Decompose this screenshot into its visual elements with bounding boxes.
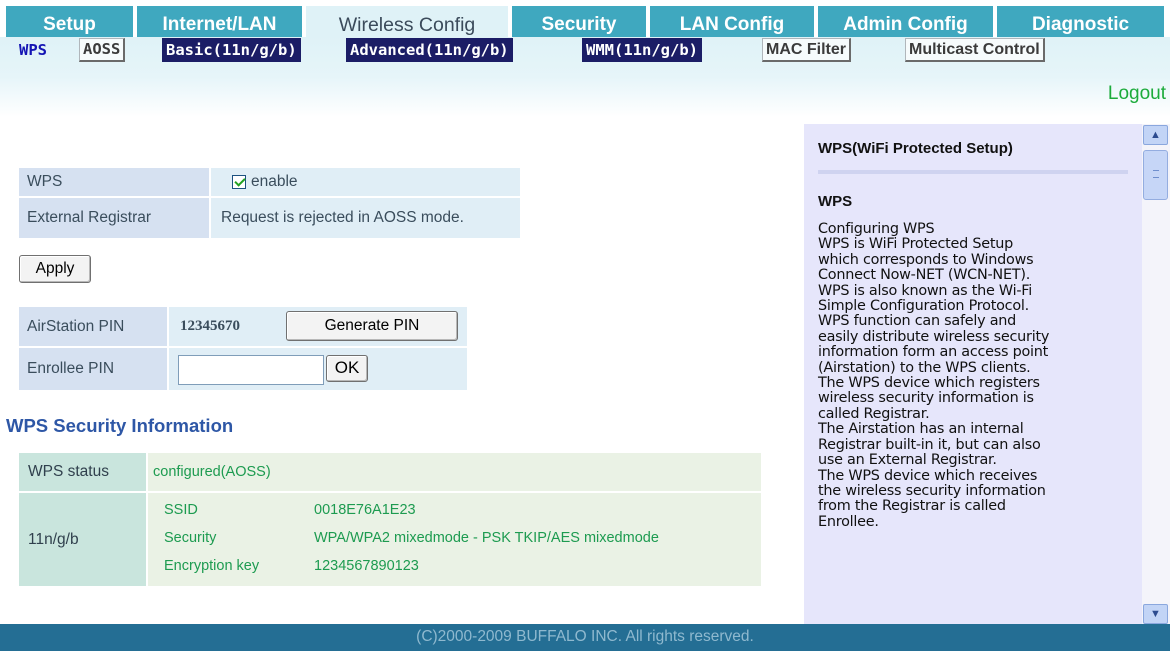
wps-status-value: configured(AOSS)	[148, 453, 761, 491]
security-value: WPA/WPA2 mixedmode - PSK TKIP/AES mixedm…	[314, 530, 659, 546]
help-line: the wireless security information	[818, 482, 1046, 499]
help-line: wireless security information is	[818, 390, 1034, 407]
wps-enable-checkbox[interactable]	[232, 175, 246, 189]
help-line: Connect Now-NET (WCN-NET).	[818, 267, 1031, 284]
wps-label: WPS	[19, 168, 209, 196]
encryption-key-value: 1234567890123	[314, 558, 419, 574]
scroll-down-arrow-icon[interactable]: ▼	[1143, 604, 1168, 624]
help-line: The WPS device which registers	[818, 375, 1040, 392]
sub-navigation: WPS AOSS Basic(11n/g/b) Advanced(11n/g/b…	[0, 37, 1170, 117]
logout-link[interactable]: Logout	[1108, 83, 1166, 105]
help-line: from the Registrar is called	[818, 498, 1006, 515]
help-scrollbar[interactable]: ▲ ▼	[1142, 124, 1170, 624]
enrollee-pin-input[interactable]	[178, 355, 324, 385]
security-info-title: WPS Security Information	[6, 415, 234, 436]
subtab-wps[interactable]: WPS	[19, 38, 47, 62]
ok-button[interactable]: OK	[326, 355, 368, 382]
help-line: called Registrar.	[818, 405, 930, 422]
ssid-value: 0018E76A1E23	[314, 502, 416, 518]
help-title: WPS(WiFi Protected Setup)	[818, 140, 1013, 157]
help-line: The Airstation has an internal	[818, 421, 1024, 438]
generate-pin-button[interactable]: Generate PIN	[286, 311, 458, 341]
help-line: (Airstation) to the WPS clients.	[818, 359, 1031, 376]
encryption-key-label: Encryption key	[164, 558, 260, 574]
band-label: 11n/g/b	[19, 493, 146, 586]
help-line: Registrar built-in it, but can also	[818, 436, 1041, 453]
help-line: Configuring WPS	[818, 221, 935, 237]
wps-enable-label: enable	[251, 173, 298, 190]
help-panel: WPS(WiFi Protected Setup) WPS Configurin…	[804, 124, 1142, 624]
external-registrar-label: External Registrar	[19, 198, 209, 238]
help-line: WPS is also known as the Wi-Fi	[818, 282, 1033, 299]
subtab-wmm[interactable]: WMM(11n/g/b)	[582, 38, 702, 62]
help-line: WPS is WiFi Protected Setup	[818, 236, 1013, 253]
help-text: Configuring WPS WPS is WiFi Protected Set…	[818, 221, 1136, 530]
help-line: The WPS device which receives	[818, 467, 1038, 484]
help-line: Enrollee.	[818, 513, 879, 530]
wps-status-label: WPS status	[19, 453, 146, 491]
subtab-aoss[interactable]: AOSS	[79, 38, 126, 62]
subtab-basic[interactable]: Basic(11n/g/b)	[162, 38, 301, 62]
help-line: WPS function can safely and	[818, 313, 1017, 330]
help-line: easily distribute wireless security	[818, 328, 1050, 345]
subtab-advanced[interactable]: Advanced(11n/g/b)	[346, 38, 513, 62]
wps-enable-cell: enable	[211, 168, 520, 196]
help-divider	[818, 170, 1128, 174]
help-line: Simple Configuration Protocol.	[818, 298, 1029, 315]
grip-icon	[1153, 170, 1159, 178]
help-line: use an External Registrar.	[818, 452, 997, 469]
airstation-pin-value: 12345670	[180, 318, 240, 334]
security-label: Security	[164, 530, 217, 546]
airstation-pin-label: AirStation PIN	[19, 307, 167, 346]
footer-copyright: (C)2000-2009 BUFFALO INC. All rights res…	[0, 624, 1170, 651]
apply-button[interactable]: Apply	[19, 255, 91, 283]
scroll-thumb[interactable]	[1143, 150, 1168, 200]
scroll-up-arrow-icon[interactable]: ▲	[1143, 125, 1168, 145]
help-line: information form an access point	[818, 344, 1049, 361]
enrollee-pin-label: Enrollee PIN	[19, 348, 167, 390]
ssid-label: SSID	[164, 502, 198, 518]
external-registrar-value: Request is rejected in AOSS mode.	[211, 198, 520, 238]
subtab-mac-filter[interactable]: MAC Filter	[762, 38, 851, 62]
help-line: which corresponds to Windows	[818, 251, 1034, 268]
help-subtitle: WPS	[818, 193, 853, 210]
subtab-multicast-control[interactable]: Multicast Control	[905, 38, 1045, 62]
